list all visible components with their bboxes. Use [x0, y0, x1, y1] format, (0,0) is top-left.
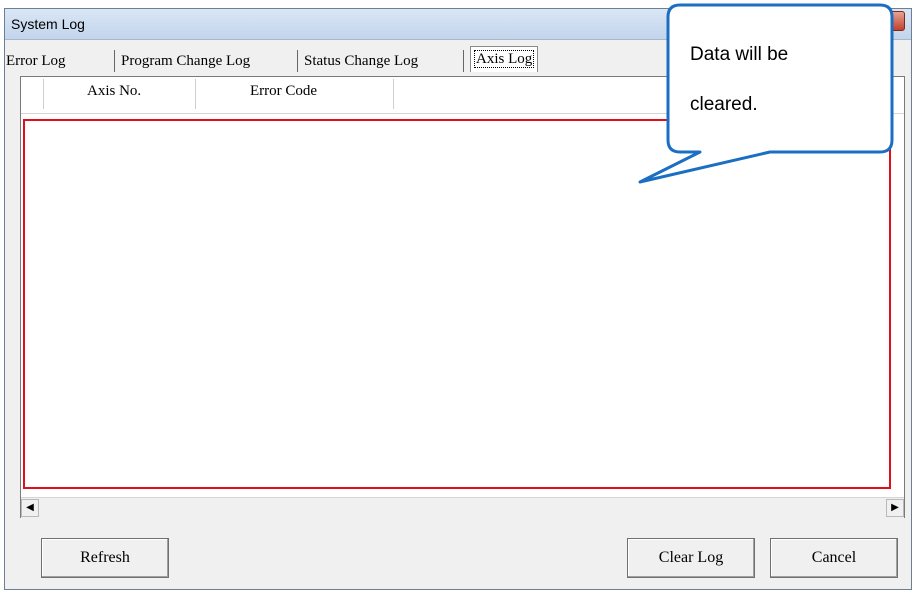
tab-program-change-log[interactable]: Program Change Log — [121, 50, 250, 72]
column-divider — [195, 79, 196, 109]
tab-axis-log-label: Axis Log — [473, 50, 535, 68]
column-divider — [393, 79, 394, 109]
axis-log-list: Axis No. Error Code ◀ ▶ — [20, 76, 905, 518]
close-button[interactable]: ✕ — [863, 11, 905, 31]
column-divider — [43, 79, 44, 109]
tab-axis-log[interactable]: Axis Log — [470, 46, 539, 72]
tab-error-log[interactable]: Error Log — [6, 50, 66, 72]
arrow-right-icon[interactable]: ▶ — [886, 499, 904, 517]
callout-line-1: Data will be — [690, 44, 789, 65]
tab-separator — [463, 50, 464, 72]
refresh-button[interactable]: Refresh — [41, 538, 169, 578]
horizontal-scrollbar[interactable]: ◀ ▶ — [21, 497, 904, 518]
column-header-error-code[interactable]: Error Code — [250, 83, 317, 100]
arrow-left-icon[interactable]: ◀ — [21, 499, 39, 517]
tab-separator — [297, 50, 298, 72]
tab-status-change-log[interactable]: Status Change Log — [304, 50, 418, 72]
close-icon: ✕ — [878, 14, 890, 28]
callout-line-2: cleared. — [690, 94, 758, 115]
window-title: System Log — [11, 16, 85, 32]
column-header-axis-no[interactable]: Axis No. — [87, 83, 141, 100]
clear-log-button[interactable]: Clear Log — [627, 538, 755, 578]
tab-separator — [114, 50, 115, 72]
cancel-button[interactable]: Cancel — [770, 538, 898, 578]
callout-text: Data will be cleared. — [690, 30, 870, 130]
list-body-highlight — [23, 119, 891, 489]
